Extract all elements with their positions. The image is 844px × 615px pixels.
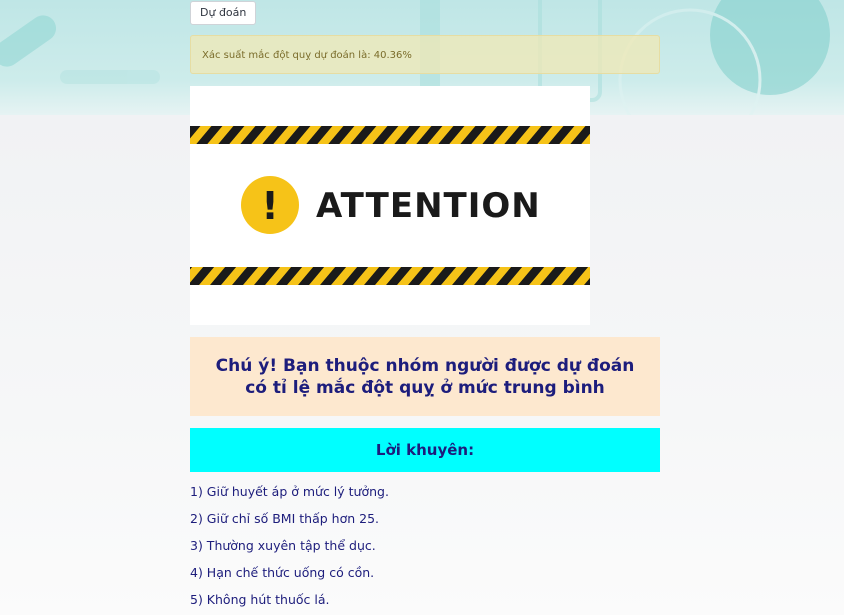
advice-list: 1) Giữ huyết áp ở mức lý tưởng. 2) Giữ c…	[190, 478, 660, 613]
hazard-stripe-top	[190, 126, 590, 144]
attention-image: ! ATTENTION	[190, 86, 590, 325]
advice-item: 2) Giữ chỉ số BMI thấp hơn 25.	[190, 511, 379, 526]
risk-warning-box: Chú ý! Bạn thuộc nhóm người được dự đoán…	[190, 337, 660, 416]
risk-warning-text: Chú ý! Bạn thuộc nhóm người được dự đoán…	[215, 355, 635, 398]
hazard-stripe-bottom	[190, 267, 590, 285]
predict-button[interactable]: Dự đoán	[190, 1, 257, 25]
svg-text:!: !	[261, 184, 278, 228]
exclamation-icon: !	[241, 176, 299, 234]
advice-title: Lời khuyên:	[375, 441, 475, 459]
advice-item: 4) Hạn chế thức uống có cồn.	[190, 565, 375, 580]
prediction-result-alert: Xác suất mắc đột quỵ dự đoán là: 40.36%	[190, 35, 660, 74]
advice-item: 3) Thường xuyên tập thể dục.	[190, 538, 376, 553]
attention-text: ATTENTION	[316, 186, 541, 226]
advice-item: 1) Giữ huyết áp ở mức lý tưởng.	[190, 484, 389, 499]
advice-header: Lời khuyên:	[190, 428, 660, 472]
advice-item: 5) Không hút thuốc lá.	[190, 592, 330, 607]
